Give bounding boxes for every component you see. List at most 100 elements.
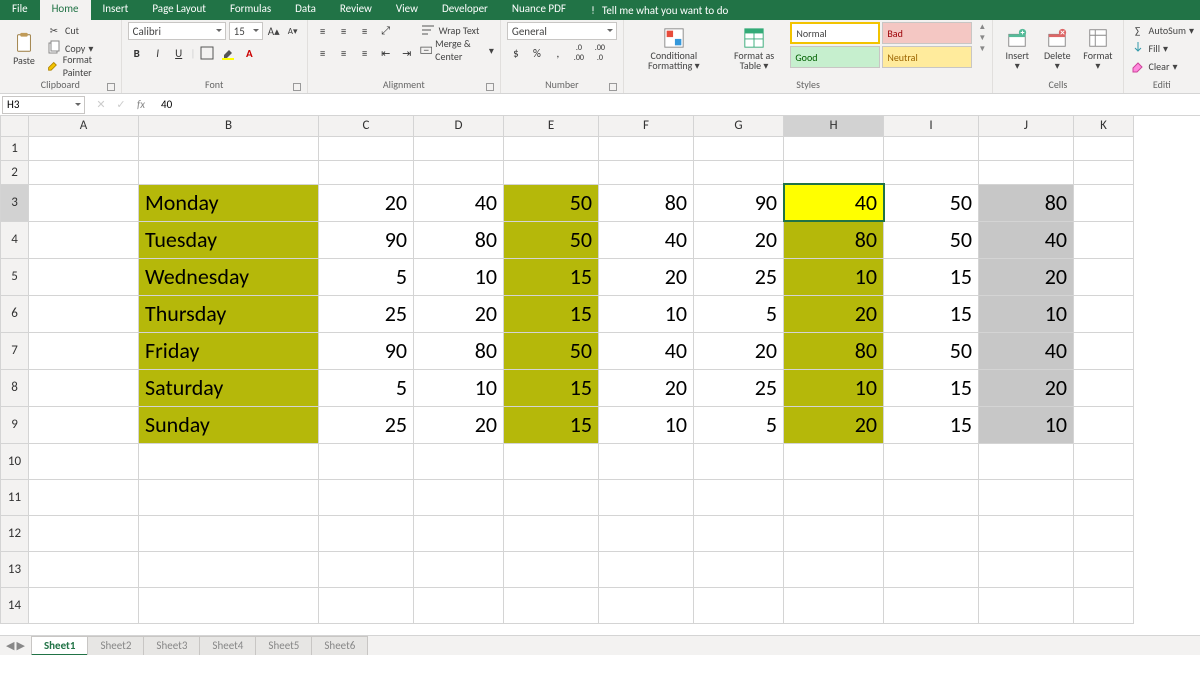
fx-icon[interactable]: fx bbox=[131, 98, 151, 111]
cell-A12[interactable] bbox=[29, 515, 139, 551]
cell-B9[interactable]: Sunday bbox=[139, 406, 319, 443]
cell-J4[interactable]: 40 bbox=[979, 221, 1074, 258]
gallery-down-icon[interactable]: ▼ bbox=[978, 33, 986, 43]
cell-K4[interactable] bbox=[1074, 221, 1134, 258]
cell-D6[interactable]: 20 bbox=[414, 295, 504, 332]
cell-F2[interactable] bbox=[599, 160, 694, 184]
cell-F12[interactable] bbox=[599, 515, 694, 551]
cell-style-good[interactable]: Good bbox=[790, 46, 880, 68]
number-format-select[interactable]: General bbox=[507, 22, 617, 40]
cell-G4[interactable]: 20 bbox=[694, 221, 784, 258]
row-header-11[interactable]: 11 bbox=[1, 479, 29, 515]
cell-B7[interactable]: Friday bbox=[139, 332, 319, 369]
cell-E11[interactable] bbox=[504, 479, 599, 515]
cell-K11[interactable] bbox=[1074, 479, 1134, 515]
cell-J14[interactable] bbox=[979, 587, 1074, 623]
cell-J10[interactable] bbox=[979, 443, 1074, 479]
column-header-F[interactable]: F bbox=[599, 116, 694, 136]
cell-C13[interactable] bbox=[319, 551, 414, 587]
cell-K10[interactable] bbox=[1074, 443, 1134, 479]
cell-I3[interactable]: 50 bbox=[884, 184, 979, 221]
conditional-formatting-button[interactable]: Conditional Formatting ▾ bbox=[630, 22, 718, 76]
cell-I10[interactable] bbox=[884, 443, 979, 479]
cell-E5[interactable]: 15 bbox=[504, 258, 599, 295]
bold-button[interactable]: B bbox=[128, 44, 146, 62]
align-bottom-button[interactable]: ≡ bbox=[356, 22, 374, 40]
format-as-table-button[interactable]: Format as Table ▾ bbox=[722, 22, 787, 76]
cell-F11[interactable] bbox=[599, 479, 694, 515]
cell-B12[interactable] bbox=[139, 515, 319, 551]
cell-F5[interactable]: 20 bbox=[599, 258, 694, 295]
cell-J3[interactable]: 80 bbox=[979, 184, 1074, 221]
decrease-indent-button[interactable]: ⇤ bbox=[377, 44, 395, 62]
cell-C4[interactable]: 90 bbox=[319, 221, 414, 258]
cell-I2[interactable] bbox=[884, 160, 979, 184]
cell-E8[interactable]: 15 bbox=[504, 369, 599, 406]
cell-D9[interactable]: 20 bbox=[414, 406, 504, 443]
cell-C7[interactable]: 90 bbox=[319, 332, 414, 369]
cell-E6[interactable]: 15 bbox=[504, 295, 599, 332]
cell-I1[interactable] bbox=[884, 136, 979, 160]
cell-H11[interactable] bbox=[784, 479, 884, 515]
cell-F7[interactable]: 40 bbox=[599, 332, 694, 369]
ribbon-tab-file[interactable]: File bbox=[0, 0, 40, 20]
column-header-G[interactable]: G bbox=[694, 116, 784, 136]
comma-button[interactable]: , bbox=[549, 44, 567, 62]
row-header-5[interactable]: 5 bbox=[1, 258, 29, 295]
cell-H9[interactable]: 20 bbox=[784, 406, 884, 443]
cell-G2[interactable] bbox=[694, 160, 784, 184]
underline-button[interactable]: U bbox=[170, 44, 188, 62]
sheet-tab-sheet3[interactable]: Sheet3 bbox=[143, 636, 200, 656]
sheet-tab-sheet2[interactable]: Sheet2 bbox=[87, 636, 144, 656]
increase-font-icon[interactable]: A▴ bbox=[266, 23, 282, 39]
cell-A1[interactable] bbox=[29, 136, 139, 160]
column-header-A[interactable]: A bbox=[29, 116, 139, 136]
column-header-C[interactable]: C bbox=[319, 116, 414, 136]
cell-E13[interactable] bbox=[504, 551, 599, 587]
cell-D12[interactable] bbox=[414, 515, 504, 551]
tell-me-search[interactable]: Tell me what you want to do bbox=[578, 0, 738, 20]
cell-J5[interactable]: 20 bbox=[979, 258, 1074, 295]
row-header-3[interactable]: 3 bbox=[1, 184, 29, 221]
cell-J7[interactable]: 40 bbox=[979, 332, 1074, 369]
cell-G14[interactable] bbox=[694, 587, 784, 623]
cell-G8[interactable]: 25 bbox=[694, 369, 784, 406]
cell-H6[interactable]: 20 bbox=[784, 295, 884, 332]
sheet-tab-sheet1[interactable]: Sheet1 bbox=[31, 636, 89, 656]
paste-button[interactable]: Paste bbox=[6, 22, 42, 76]
column-header-D[interactable]: D bbox=[414, 116, 504, 136]
cell-C10[interactable] bbox=[319, 443, 414, 479]
cell-G11[interactable] bbox=[694, 479, 784, 515]
row-header-6[interactable]: 6 bbox=[1, 295, 29, 332]
column-header-B[interactable]: B bbox=[139, 116, 319, 136]
cell-B6[interactable]: Thursday bbox=[139, 295, 319, 332]
cell-H1[interactable] bbox=[784, 136, 884, 160]
cell-H12[interactable] bbox=[784, 515, 884, 551]
cell-B13[interactable] bbox=[139, 551, 319, 587]
delete-cells-button[interactable]: Delete▾ bbox=[1039, 22, 1075, 76]
sheet-tab-sheet5[interactable]: Sheet5 bbox=[255, 636, 312, 656]
column-header-H[interactable]: H bbox=[784, 116, 884, 136]
cell-C12[interactable] bbox=[319, 515, 414, 551]
cell-H5[interactable]: 10 bbox=[784, 258, 884, 295]
cell-D14[interactable] bbox=[414, 587, 504, 623]
cell-F3[interactable]: 80 bbox=[599, 184, 694, 221]
cell-I4[interactable]: 50 bbox=[884, 221, 979, 258]
cell-style-normal[interactable]: Normal bbox=[790, 22, 880, 44]
cell-C1[interactable] bbox=[319, 136, 414, 160]
cell-K7[interactable] bbox=[1074, 332, 1134, 369]
dialog-launcher-icon[interactable] bbox=[293, 83, 301, 91]
cell-D13[interactable] bbox=[414, 551, 504, 587]
cell-G1[interactable] bbox=[694, 136, 784, 160]
cell-D7[interactable]: 80 bbox=[414, 332, 504, 369]
font-color-button[interactable]: A bbox=[240, 44, 258, 62]
align-center-button[interactable]: ≡ bbox=[335, 44, 353, 62]
cell-C6[interactable]: 25 bbox=[319, 295, 414, 332]
cell-D4[interactable]: 80 bbox=[414, 221, 504, 258]
formula-input[interactable]: 40 bbox=[155, 98, 1200, 111]
cell-G10[interactable] bbox=[694, 443, 784, 479]
cell-J8[interactable]: 20 bbox=[979, 369, 1074, 406]
cell-G12[interactable] bbox=[694, 515, 784, 551]
sheet-tab-sheet4[interactable]: Sheet4 bbox=[199, 636, 256, 656]
ribbon-tab-nuance-pdf[interactable]: Nuance PDF bbox=[500, 0, 578, 20]
